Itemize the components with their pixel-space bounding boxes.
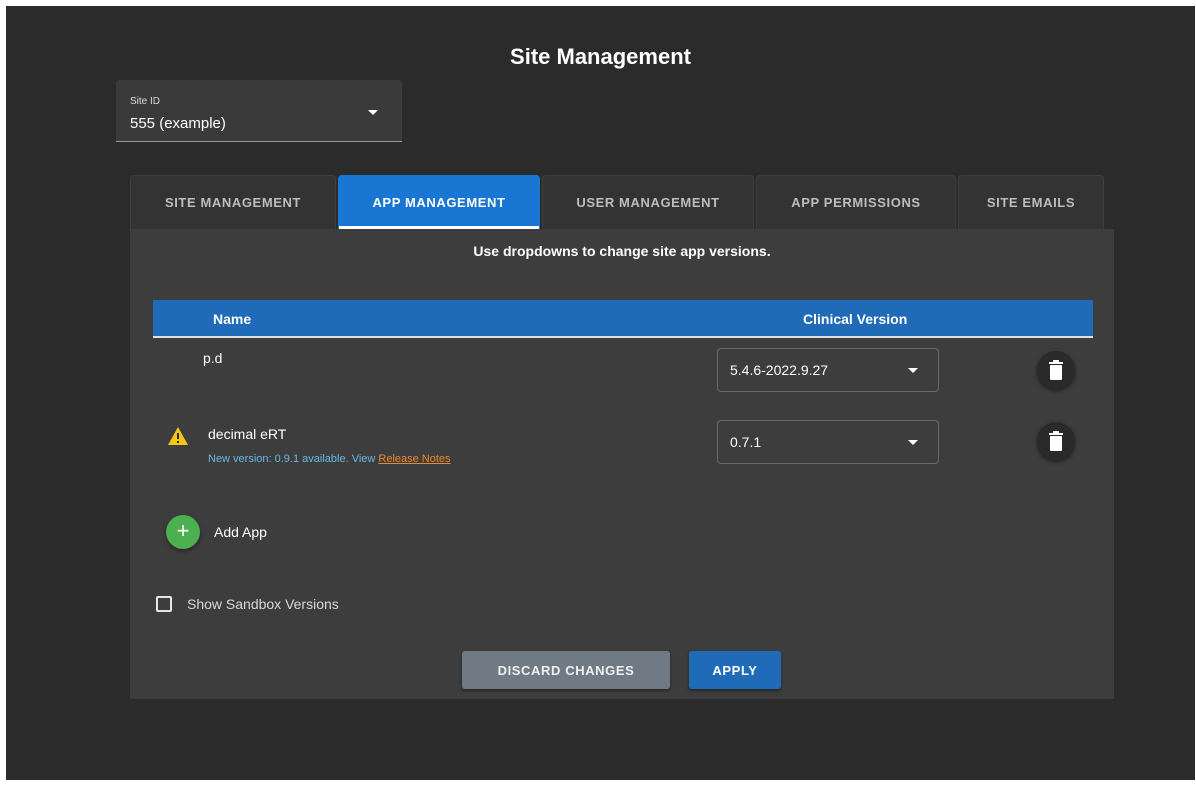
table-row: p.d 5.4.6-2022.9.27 [153, 340, 1093, 420]
release-notes-link[interactable]: Release Notes [378, 453, 450, 465]
tab-app-permissions[interactable]: APP PERMISSIONS [756, 175, 956, 229]
table-row: decimal eRT New version: 0.9.1 available… [153, 420, 1093, 500]
add-icon: + [166, 515, 200, 549]
site-id-value: 555 (example) [130, 115, 226, 132]
version-select[interactable]: 5.4.6-2022.9.27 [717, 348, 939, 392]
apply-button[interactable]: APPLY [689, 651, 781, 689]
update-notice: New version: 0.9.1 available. View Relea… [208, 453, 451, 465]
tab-app-management[interactable]: APP MANAGEMENT [338, 175, 540, 229]
version-value: 5.4.6-2022.9.27 [730, 362, 829, 378]
add-app-label: Add App [214, 524, 267, 540]
site-id-label: Site ID [130, 96, 161, 107]
chevron-down-icon [908, 440, 918, 445]
app-frame: Site Management Site ID 555 (example) SI… [6, 6, 1195, 780]
chevron-down-icon [368, 110, 378, 115]
trash-icon [1049, 360, 1063, 380]
show-sandbox-versions-label: Show Sandbox Versions [187, 596, 339, 612]
version-value: 0.7.1 [730, 434, 762, 450]
site-id-select[interactable]: Site ID 555 (example) [116, 80, 402, 142]
warning-icon [168, 427, 188, 445]
tab-bar: SITE MANAGEMENT APP MANAGEMENT USER MANA… [130, 175, 1106, 229]
update-notice-text: New version: 0.9.1 available. View [208, 453, 379, 465]
app-name: p.d [203, 350, 223, 366]
delete-app-button[interactable] [1037, 351, 1075, 389]
checkbox-icon [156, 596, 172, 612]
column-header-clinical-version: Clinical Version [803, 311, 908, 327]
table-header: Name Clinical Version [153, 300, 1093, 338]
instructions-text: Use dropdowns to change site app version… [473, 243, 771, 259]
version-select[interactable]: 0.7.1 [717, 420, 939, 464]
discard-changes-button[interactable]: DISCARD CHANGES [462, 651, 670, 689]
chevron-down-icon [908, 368, 918, 373]
tab-user-management[interactable]: USER MANAGEMENT [542, 175, 754, 229]
delete-app-button[interactable] [1037, 422, 1075, 460]
column-header-name: Name [213, 311, 252, 327]
tab-site-management[interactable]: SITE MANAGEMENT [130, 175, 336, 229]
app-name: decimal eRT [208, 426, 287, 442]
trash-icon [1049, 431, 1063, 451]
page-title: Site Management [510, 44, 691, 69]
app-management-panel: Use dropdowns to change site app version… [130, 229, 1114, 699]
tab-site-emails[interactable]: SITE EMAILS [958, 175, 1104, 229]
